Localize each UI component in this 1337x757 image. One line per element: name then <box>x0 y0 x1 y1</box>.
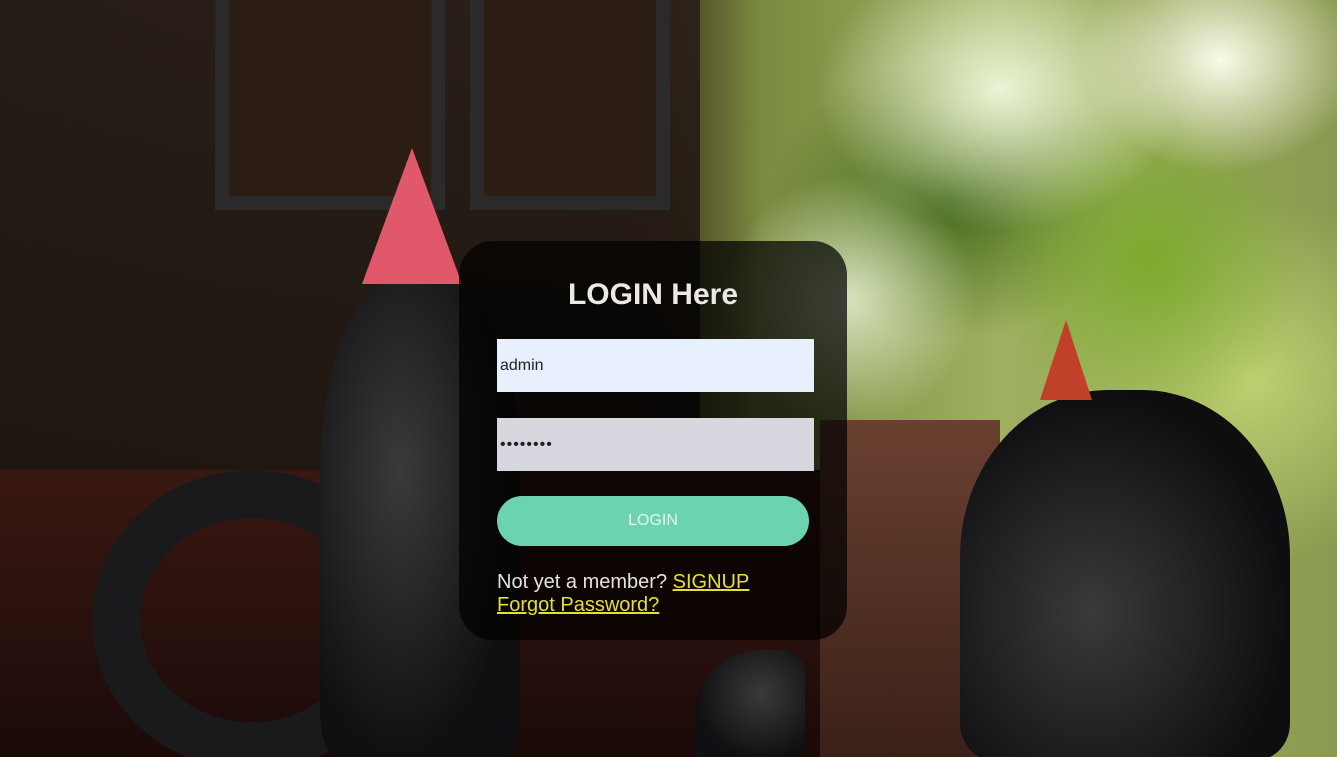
username-input[interactable] <box>497 339 814 392</box>
signup-link[interactable]: SIGNUP <box>673 571 750 593</box>
coffee-pot-cap <box>362 148 462 284</box>
background-window <box>470 0 670 210</box>
password-input[interactable] <box>497 418 814 471</box>
forgot-password-line: Forgot Password? <box>497 594 659 617</box>
forgot-password-link[interactable]: Forgot Password? <box>497 594 659 616</box>
signup-prompt: Not yet a member? <box>497 571 668 593</box>
coffee-pot-background-cap <box>1040 320 1092 400</box>
signup-line: Not yet a member? SIGNUP <box>497 571 749 594</box>
coffee-pot-background <box>960 390 1290 757</box>
login-title: LOGIN Here <box>567 278 739 311</box>
login-button[interactable]: LOGIN <box>497 496 809 546</box>
